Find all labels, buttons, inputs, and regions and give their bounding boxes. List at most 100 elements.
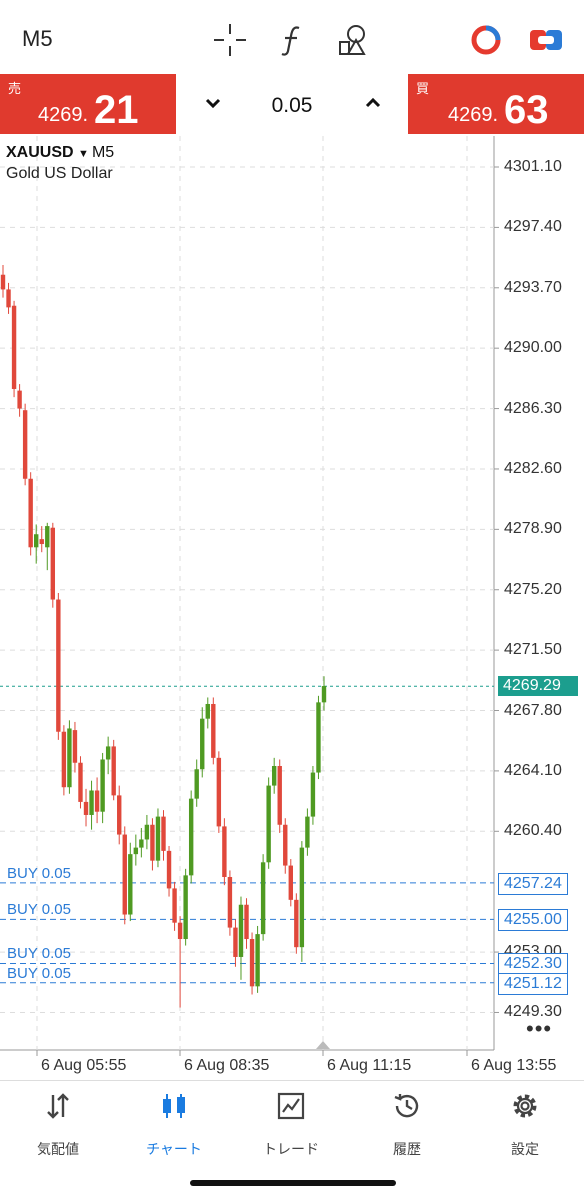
order-label[interactable]: BUY 0.05 — [7, 901, 71, 918]
candle-body — [194, 769, 199, 799]
x-tick-label: 6 Aug 05:55 — [41, 1057, 127, 1074]
candle-body — [56, 599, 61, 732]
candle-body — [11, 305, 17, 389]
candle-body — [17, 390, 22, 409]
symbol-description: Gold US Dollar — [6, 165, 113, 182]
history-icon — [394, 1094, 419, 1118]
candle-body — [244, 904, 249, 940]
order-label[interactable]: BUY 0.05 — [7, 965, 71, 982]
chart-symbol: XAUUSD ▼ M5 — [6, 144, 115, 161]
y-tick-label: 4260.40 — [504, 822, 562, 840]
candle-body — [277, 766, 282, 825]
candle-body — [105, 746, 111, 760]
x-tick-label: 6 Aug 08:35 — [184, 1057, 270, 1074]
trade-icon — [277, 1092, 305, 1120]
candle-body — [0, 274, 6, 290]
candle-body — [288, 865, 293, 900]
candle-body — [50, 527, 56, 600]
tab-history-label: 履歴 — [393, 1141, 421, 1157]
candle-body — [94, 790, 100, 812]
candle-body — [6, 289, 11, 308]
more-options-icon[interactable]: ••• — [526, 1016, 552, 1042]
candle-body — [45, 526, 50, 548]
tab-chart-label: チャート — [146, 1141, 202, 1157]
candle-body — [299, 847, 305, 948]
tab-quotes[interactable]: 気配値 — [13, 1091, 103, 1161]
candle-body — [188, 798, 194, 876]
candle-body — [155, 816, 161, 861]
y-tick-label: 4267.80 — [504, 701, 562, 719]
tab-settings[interactable]: 設定 — [480, 1091, 570, 1161]
candle-body — [67, 728, 72, 788]
candle-body — [100, 759, 105, 812]
x-tick-label: 6 Aug 13:55 — [471, 1057, 557, 1074]
price-chart[interactable] — [0, 0, 584, 1080]
candle-body — [316, 702, 321, 773]
candle-body — [183, 875, 188, 940]
order-label[interactable]: BUY 0.05 — [7, 865, 71, 882]
chart-shift-marker — [316, 1041, 330, 1049]
x-tick-label: 6 Aug 11:15 — [327, 1057, 412, 1074]
candle-body — [211, 703, 216, 758]
candle-body — [111, 746, 116, 796]
candle-body — [161, 816, 166, 851]
candle-body — [266, 785, 271, 863]
candle-body — [205, 703, 210, 719]
candle-body — [321, 686, 327, 703]
candle-body — [72, 730, 78, 763]
candle-body — [133, 847, 139, 855]
tab-quotes-label: 気配値 — [37, 1141, 79, 1157]
candle-body — [222, 826, 227, 877]
chart-icon — [163, 1094, 185, 1118]
candle-body — [227, 876, 233, 928]
candle-body — [122, 834, 127, 915]
order-price-tag: 4255.00 — [498, 909, 568, 932]
order-label[interactable]: BUY 0.05 — [7, 945, 71, 962]
order-price-tag: 4257.24 — [498, 872, 568, 895]
symbol-name: XAUUSD — [6, 144, 74, 161]
candle-body — [128, 854, 133, 915]
y-tick-label: 4271.50 — [504, 641, 562, 659]
y-tick-label: 4301.10 — [504, 158, 562, 175]
candle-body — [150, 824, 155, 861]
tab-chart[interactable]: チャート — [129, 1091, 219, 1161]
candle-body — [233, 927, 238, 957]
y-tick-label: 4282.60 — [504, 459, 562, 477]
home-indicator — [190, 1180, 396, 1186]
y-tick-label: 4293.70 — [504, 278, 562, 296]
tab-trade-label: トレード — [263, 1141, 319, 1157]
y-tick-label: 4278.90 — [504, 520, 562, 538]
candle-body — [271, 766, 277, 786]
quotes-icon — [47, 1093, 69, 1119]
candle-body — [28, 478, 33, 548]
candle-body — [172, 888, 177, 923]
candle-body — [305, 816, 310, 848]
tab-history[interactable]: 履歴 — [362, 1091, 452, 1161]
candle-body — [89, 790, 94, 815]
candle-body — [310, 772, 316, 817]
candle-body — [117, 795, 122, 835]
candle-body — [144, 824, 150, 840]
y-tick-label: 4297.40 — [504, 218, 562, 236]
symbol-timeframe: M5 — [91, 144, 115, 161]
candle-body — [139, 839, 144, 848]
candle-body — [34, 534, 39, 548]
tab-settings-label: 設定 — [511, 1141, 539, 1157]
y-tick-label: 4290.00 — [504, 339, 562, 357]
candle-body — [177, 922, 183, 940]
candle-body — [200, 718, 205, 770]
candle-body — [238, 904, 244, 957]
candle-body — [22, 410, 28, 479]
settings-icon — [513, 1094, 537, 1118]
y-tick-label: 4286.30 — [504, 399, 562, 417]
candle-body — [294, 899, 299, 948]
current-price-tag: 4269.29 — [498, 676, 578, 697]
candle-body — [255, 934, 260, 987]
order-price-tag: 4251.12 — [498, 972, 568, 995]
candle-body — [166, 850, 172, 889]
candle-body — [216, 757, 222, 827]
candle-body — [260, 862, 266, 935]
tab-trade[interactable]: トレード — [246, 1091, 336, 1161]
candle-body — [39, 539, 44, 545]
y-tick-label: 4264.10 — [504, 761, 562, 779]
